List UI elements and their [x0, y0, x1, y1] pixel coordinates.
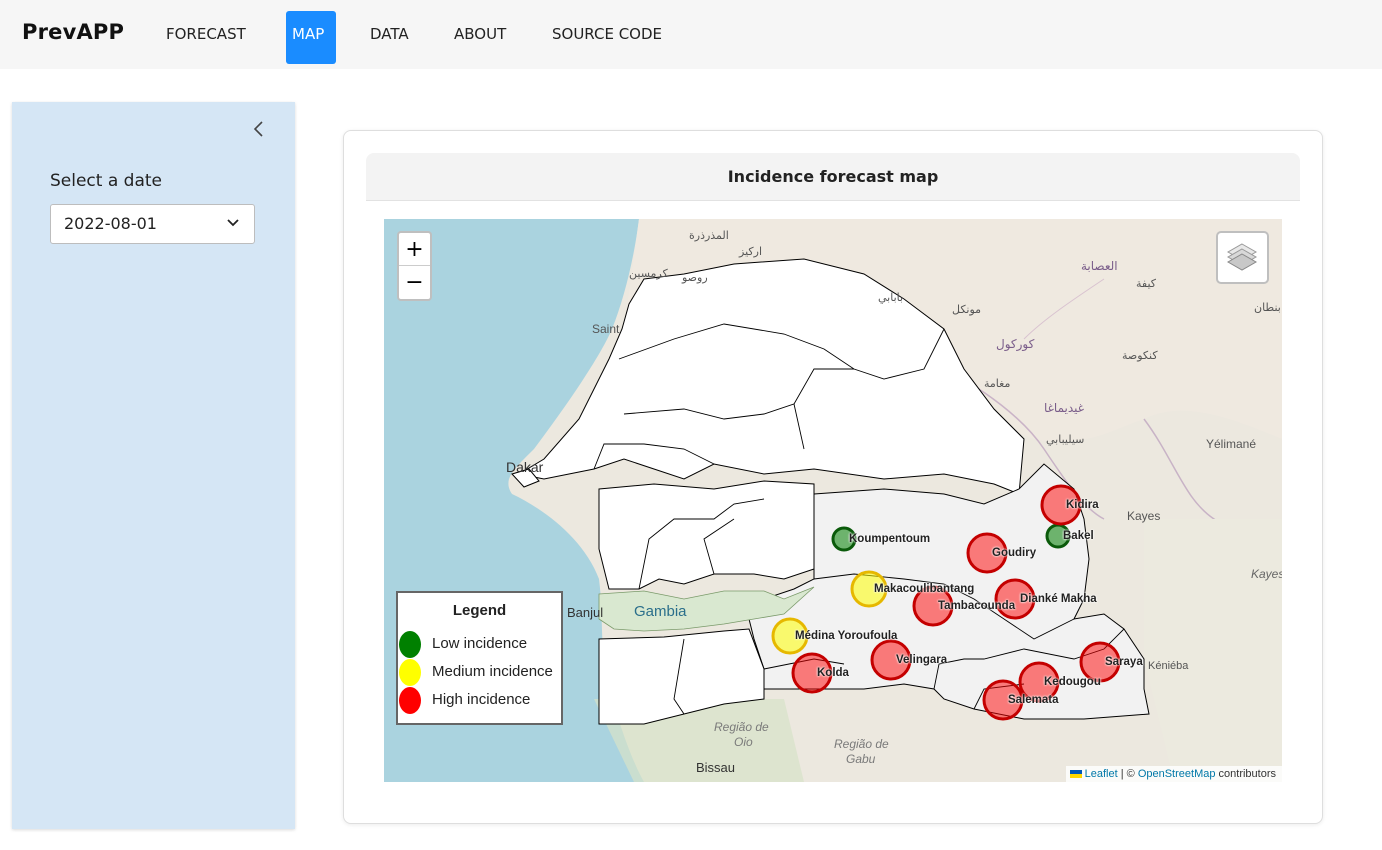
- nav-source-code[interactable]: SOURCE CODE: [546, 11, 668, 64]
- district-label: Kolda: [817, 667, 849, 679]
- district-label: Velingara: [896, 654, 948, 666]
- card-title: Incidence forecast map: [366, 153, 1300, 201]
- district-label: Bakel: [1063, 530, 1094, 542]
- district-label: Saraya: [1105, 656, 1143, 668]
- attribution-suffix: contributors: [1215, 768, 1276, 780]
- district-label: Dianké Makha: [1020, 593, 1097, 605]
- district-label: Koumpentoum: [849, 533, 931, 545]
- nav-data[interactable]: DATA: [364, 11, 415, 64]
- attribution-separator: | ©: [1117, 768, 1138, 780]
- district-label: Kedougou: [1044, 676, 1101, 688]
- district-label: Tambacounda: [938, 600, 1016, 612]
- zoom-in-button[interactable]: +: [399, 233, 430, 266]
- ukraine-flag-icon: [1069, 770, 1082, 778]
- leaflet-link[interactable]: Leaflet: [1085, 768, 1118, 780]
- district-label: Goudiry: [992, 547, 1037, 559]
- nav-about[interactable]: ABOUT: [448, 11, 512, 64]
- district-label: Salemata: [1008, 694, 1059, 706]
- layers-icon[interactable]: [1216, 231, 1269, 284]
- map-legend: Legend Low incidence Medium incidence Hi…: [396, 591, 563, 725]
- navbar: PrevAPP FORECAST MAP DATA ABOUT SOURCE C…: [0, 0, 1382, 69]
- osm-link[interactable]: OpenStreetMap: [1138, 768, 1216, 780]
- legend-label-high: High incidence: [432, 691, 531, 708]
- legend-item-low: Low incidence: [398, 631, 561, 658]
- nav-map[interactable]: MAP: [286, 11, 336, 64]
- legend-item-high: High incidence: [398, 687, 561, 714]
- date-label: Select a date: [50, 171, 163, 191]
- brand-logo[interactable]: PrevAPP: [22, 20, 124, 44]
- zoom-out-button[interactable]: −: [399, 266, 430, 299]
- legend-item-medium: Medium incidence: [398, 659, 561, 686]
- chevron-down-icon: [226, 205, 240, 255]
- zoom-control: + −: [397, 231, 432, 301]
- legend-label-low: Low incidence: [432, 635, 528, 652]
- sidebar: Select a date 2022-08-01: [12, 102, 295, 829]
- legend-swatch-medium: [399, 659, 421, 686]
- nav-forecast[interactable]: FORECAST: [160, 11, 252, 64]
- incidence-map[interactable]: Dakar Banjul Gambia Saint Kayes Kayes Yé…: [384, 219, 1282, 782]
- date-select[interactable]: 2022-08-01: [50, 204, 255, 244]
- district-label: Makacoulibantang: [874, 583, 975, 595]
- map-attribution: Leaflet | © OpenStreetMap contributors: [1065, 766, 1282, 782]
- legend-swatch-high: [399, 687, 421, 714]
- district-label: Médina Yoroufoula: [795, 630, 898, 642]
- date-select-value: 2022-08-01: [64, 214, 157, 233]
- chevron-left-icon[interactable]: [252, 118, 268, 142]
- legend-label-medium: Medium incidence: [432, 663, 553, 680]
- legend-title: Legend: [452, 602, 507, 619]
- district-label: Kidira: [1066, 499, 1099, 511]
- legend-swatch-low: [399, 631, 421, 658]
